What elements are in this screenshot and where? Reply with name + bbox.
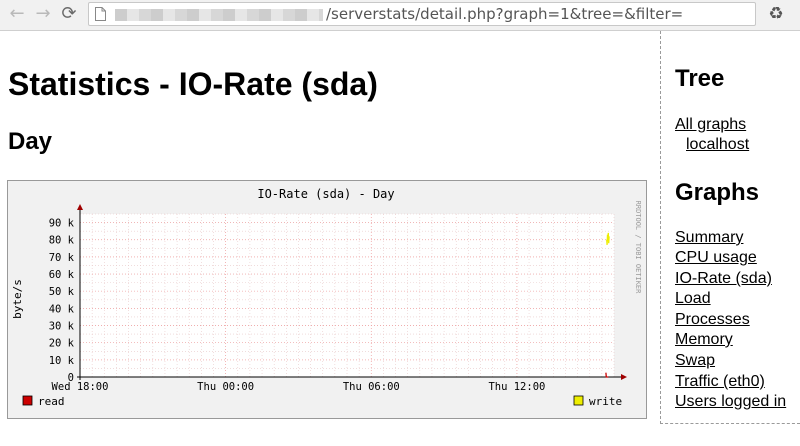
grid-minor (79, 213, 615, 378)
back-button[interactable]: ← (6, 3, 28, 25)
graph-link-load[interactable]: Load (675, 289, 711, 309)
y-tick-label: 60 k (49, 269, 75, 281)
reload-icon: ⟳ (61, 3, 77, 24)
graph-link-traffic[interactable]: Traffic (eth0) (675, 372, 765, 392)
chart-title: IO-Rate (sda) - Day (257, 187, 394, 201)
y-tick-label: 20 k (49, 338, 75, 350)
tree-heading: Tree (675, 65, 725, 92)
arrow-left-icon: ← (9, 3, 25, 24)
graph-link-summary[interactable]: Summary (675, 228, 743, 248)
y-tick-label: 70 k (49, 252, 75, 264)
extension-button[interactable]: ♻ (766, 4, 786, 24)
tree-link-localhost[interactable]: localhost (686, 135, 749, 155)
url-path: /serverstats/detail.php?graph=1&tree=&fi… (326, 5, 684, 23)
x-axis-arrow (621, 374, 627, 380)
section-title: Day (8, 128, 53, 155)
main-content: Statistics - IO-Rate (sda) Day 0 10 k 20 k… (0, 31, 660, 446)
graph-link-users[interactable]: Users logged in (675, 392, 786, 412)
graph-link-processes[interactable]: Processes (675, 310, 750, 330)
io-rate-chart: 010 k20 k30 k40 k50 k60 k70 k80 k90 kWed… (11, 187, 642, 408)
legend-swatch-write (573, 395, 584, 406)
graph-link-memory[interactable]: Memory (675, 330, 733, 350)
x-tick-label: Thu 06:00 (343, 381, 400, 393)
url-host-redacted (115, 9, 323, 21)
arrow-right-icon: → (35, 3, 51, 24)
legend-label-write: write (589, 395, 622, 408)
chart-legend: read write (22, 395, 622, 408)
recycle-icon: ♻ (768, 4, 784, 24)
graph-link-cpu-usage[interactable]: CPU usage (675, 248, 757, 268)
page-icon (95, 7, 106, 21)
y-tick-label: 90 k (49, 218, 75, 230)
y-tick-label: 30 k (49, 321, 75, 333)
x-tick-label: Wed 18:00 (52, 381, 109, 393)
y-tick-label: 80 k (49, 235, 75, 247)
browser-toolbar: ← → ⟳ /serverstats/detail.php?graph=1&tr… (0, 0, 800, 31)
y-axis-arrow (77, 204, 83, 210)
reload-button[interactable]: ⟳ (58, 3, 80, 25)
y-tick-label: 50 k (49, 286, 75, 298)
legend-label-read: read (38, 395, 65, 408)
legend-swatch-read (22, 395, 33, 406)
sidebar: Tree All graphs localhost Graphs Summary… (660, 31, 800, 424)
y-tick-label: 10 k (49, 355, 75, 367)
graph-image: 0 10 k 20 k 30 k 40 k 50 k 60 k 70 k 80 k 90 k Wed… (7, 180, 647, 419)
y-axis-label: byte/s (11, 279, 24, 319)
forward-button[interactable]: → (32, 3, 54, 25)
address-bar[interactable]: /serverstats/detail.php?graph=1&tree=&fi… (88, 2, 756, 26)
graph-link-swap[interactable]: Swap (675, 351, 715, 371)
graph-link-io-rate[interactable]: IO-Rate (sda) (675, 269, 772, 289)
page-title: Statistics - IO-Rate (sda) (8, 66, 378, 102)
rrdtool-watermark: RRDTOOL / TOBI OETIKER (634, 201, 642, 295)
x-tick-label: Thu 00:00 (197, 381, 254, 393)
x-tick-label: Thu 12:00 (488, 381, 545, 393)
graphs-heading: Graphs (675, 179, 760, 206)
tree-link-all-graphs[interactable]: All graphs (675, 115, 746, 135)
y-tick-label: 40 k (49, 303, 75, 315)
